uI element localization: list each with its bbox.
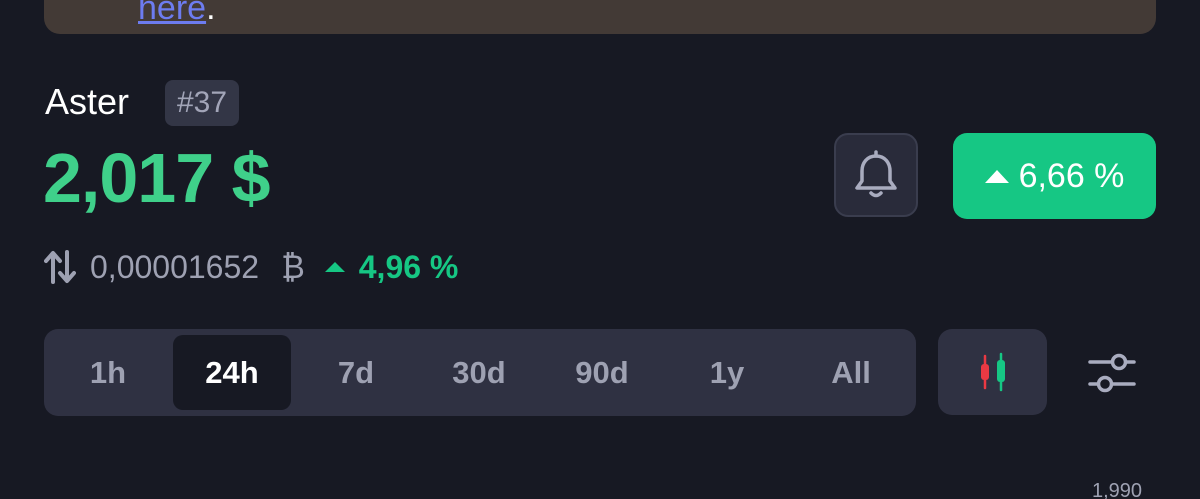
btc-price-value: 0,00001652 [90,248,260,285]
timeframe-7d[interactable]: 7d [306,335,406,410]
info-banner: here. [44,0,1156,34]
rank-badge: #37 [165,80,240,126]
price-change-badge: 6,66 % [953,133,1156,219]
timeframe-30d[interactable]: 30d [429,335,529,410]
coin-price: 2,017 $ [43,139,271,217]
btc-change: 4,96 % [324,248,459,286]
candlestick-icon [980,352,1005,392]
sliders-icon [1088,353,1136,393]
timeframe-1h[interactable]: 1h [58,335,158,410]
timeframe-selector: 1h 24h 7d 30d 90d 1y All [44,329,916,416]
btc-symbol: ₿ [281,248,305,285]
chart-settings-button[interactable] [1082,347,1142,399]
timeframe-24h[interactable]: 24h [173,335,291,410]
btc-price-row: 0,00001652 ₿ 4,96 % [44,246,458,288]
bell-icon [855,150,897,198]
up-triangle-icon [984,169,1009,183]
chart-axis-label: 1,990 [1092,480,1143,499]
btc-change-value: 4,96 % [358,248,459,285]
banner-text: here. [138,0,216,28]
price-alert-button[interactable] [834,133,918,217]
coin-detail-page: here. Aster #37 2,017 $ 6,66 % 0,0000165… [0,0,1200,499]
timeframe-90d[interactable]: 90d [552,335,652,410]
banner-period: . [206,0,216,27]
coin-name: Aster [45,81,130,122]
swap-arrows-icon[interactable] [44,250,76,284]
up-triangle-icon [324,262,345,272]
timeframe-1y[interactable]: 1y [677,335,777,410]
timeframe-all[interactable]: All [801,335,901,410]
banner-link[interactable]: here [138,0,206,27]
chart-type-button[interactable] [938,329,1047,415]
price-change-value: 6,66 % [1018,156,1125,195]
